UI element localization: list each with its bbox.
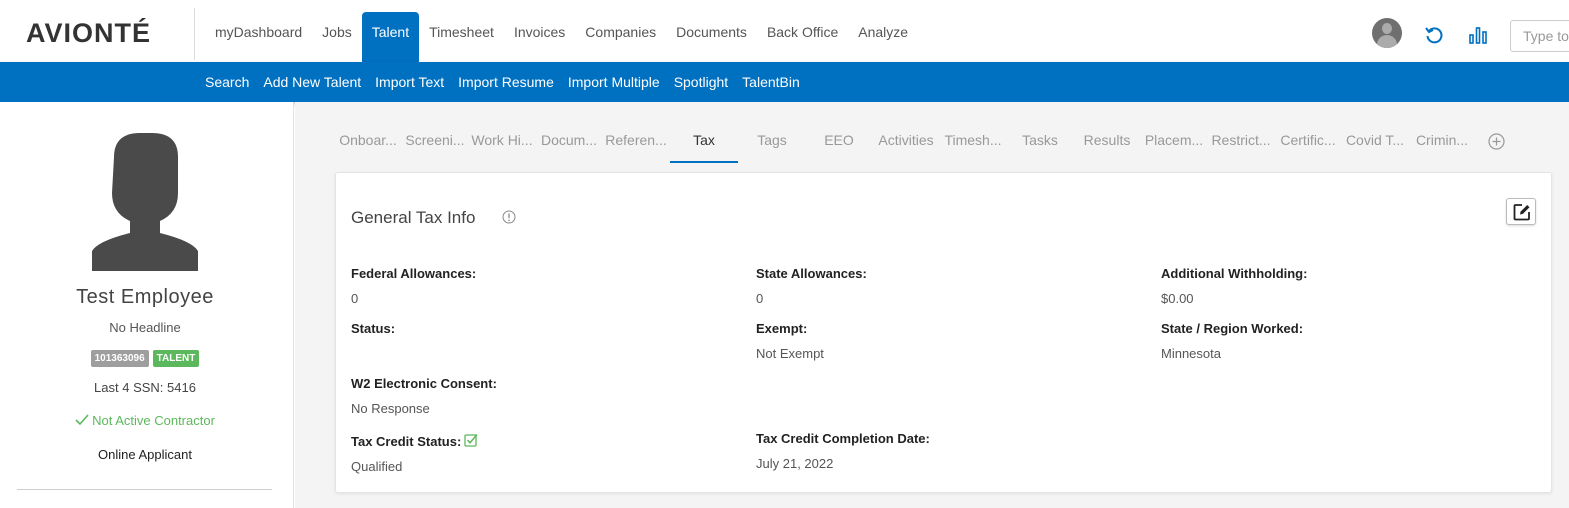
- ssn-last4: Last 4 SSN: 5416: [94, 380, 196, 395]
- nav-item-mydashboard[interactable]: myDashboard: [205, 12, 312, 62]
- employee-headline: No Headline: [109, 320, 181, 335]
- tab-certifications[interactable]: Certific...: [1275, 119, 1341, 163]
- avatar-body: [1377, 35, 1397, 48]
- additional-withholding-label: Additional Withholding:: [1161, 266, 1308, 281]
- federal-allowances-label: Federal Allowances:: [351, 266, 477, 281]
- info-icon[interactable]: [502, 210, 516, 224]
- federal-allowances-value: 0: [351, 291, 359, 306]
- employee-id-badge: 101363096: [90, 350, 149, 367]
- main-nav: myDashboard Jobs Talent Timesheet Invoic…: [205, 12, 918, 62]
- subnav-import-resume[interactable]: Import Resume: [458, 62, 554, 102]
- status-label: Status:: [351, 321, 396, 336]
- contractor-status-text: Not Active Contractor: [92, 413, 215, 428]
- talent-type-badge: TALENT: [152, 350, 200, 367]
- refresh-icon[interactable]: [1424, 25, 1444, 45]
- tax-credit-completion-value: July 21, 2022: [756, 456, 834, 471]
- nav-item-talent[interactable]: Talent: [361, 12, 420, 62]
- top-bar: AVIONTÉ myDashboard Jobs Talent Timeshee…: [0, 0, 1569, 62]
- state-allowances-label: State Allowances:: [756, 266, 867, 281]
- card-title: General Tax Info: [351, 208, 476, 227]
- nav-item-documents[interactable]: Documents: [666, 12, 757, 62]
- tax-credit-status-label: Tax Credit Status:: [351, 434, 462, 449]
- contractor-status: Not Active Contractor: [0, 413, 290, 428]
- user-avatar-icon[interactable]: [1372, 18, 1402, 48]
- subnav-add-new-talent[interactable]: Add New Talent: [263, 62, 361, 102]
- tab-activities[interactable]: Activities: [873, 119, 939, 163]
- app-logo[interactable]: AVIONTÉ: [26, 18, 151, 49]
- tab-timesheets[interactable]: Timesh...: [940, 119, 1006, 163]
- state-region-value: Minnesota: [1161, 346, 1221, 361]
- subnav-talentbin[interactable]: TalentBin: [742, 62, 800, 102]
- tab-restrictions[interactable]: Restrict...: [1208, 119, 1274, 163]
- tab-work-history[interactable]: Work Hi...: [469, 119, 535, 163]
- panel-divider: [17, 489, 272, 490]
- applicant-source: Online Applicant: [98, 447, 192, 462]
- tab-onboarding[interactable]: Onboar...: [335, 119, 401, 163]
- w2-consent-label: W2 Electronic Consent:: [351, 376, 497, 391]
- check-icon: [75, 414, 89, 426]
- nav-item-companies[interactable]: Companies: [575, 12, 666, 62]
- checkbox-checked-icon: [464, 434, 478, 447]
- tab-tasks[interactable]: Tasks: [1007, 119, 1073, 163]
- state-region-label: State / Region Worked:: [1161, 321, 1304, 336]
- add-tab-icon[interactable]: [1488, 133, 1505, 150]
- nav-item-back-office[interactable]: Back Office: [757, 12, 848, 62]
- edit-button[interactable]: [1506, 198, 1536, 225]
- tab-screening[interactable]: Screeni...: [402, 119, 468, 163]
- nav-item-invoices[interactable]: Invoices: [504, 12, 575, 62]
- nav-item-jobs[interactable]: Jobs: [312, 12, 362, 62]
- tab-tags[interactable]: Tags: [739, 119, 805, 163]
- subnav-search[interactable]: Search: [205, 62, 249, 102]
- exempt-label: Exempt:: [756, 321, 808, 336]
- badges-row: 101363096 TALENT: [0, 350, 290, 367]
- additional-withholding-value: $0.00: [1161, 291, 1194, 306]
- profile-panel: Test Employee No Headline 101363096 TALE…: [0, 102, 294, 508]
- sub-nav: Search Add New Talent Import Text Import…: [0, 62, 1569, 102]
- state-allowances-value: 0: [756, 291, 764, 306]
- tab-covid-tracking[interactable]: Covid T...: [1342, 119, 1408, 163]
- tab-criminal[interactable]: Crimin...: [1409, 119, 1475, 163]
- subnav-import-text[interactable]: Import Text: [375, 62, 444, 102]
- tax-credit-completion-label: Tax Credit Completion Date:: [756, 431, 930, 446]
- tax-credit-status-label-row: Tax Credit Status:: [351, 433, 478, 449]
- nav-item-timesheet[interactable]: Timesheet: [419, 12, 504, 62]
- w2-consent-value: No Response: [351, 401, 430, 416]
- analytics-chart-icon[interactable]: [1468, 25, 1488, 45]
- tab-eeo[interactable]: EEO: [806, 119, 872, 163]
- exempt-value: Not Exempt: [756, 346, 824, 361]
- tab-tax[interactable]: Tax: [670, 119, 738, 163]
- tab-placements[interactable]: Placem...: [1141, 119, 1207, 163]
- tax-credit-status-value: Qualified: [351, 459, 403, 474]
- tab-documents[interactable]: Docum...: [536, 119, 602, 163]
- global-search-input[interactable]: [1510, 20, 1569, 52]
- profile-photo-placeholder-icon[interactable]: [92, 133, 198, 271]
- subnav-spotlight[interactable]: Spotlight: [674, 62, 728, 102]
- employee-name: Test Employee: [76, 286, 214, 308]
- nav-item-analyze[interactable]: Analyze: [848, 12, 918, 62]
- edit-icon: [1513, 204, 1530, 221]
- avatar-head: [1382, 23, 1392, 34]
- logo-divider: [194, 8, 195, 60]
- general-tax-info-card: General Tax Info Federal Allowances: 0 S…: [335, 172, 1552, 493]
- tab-references[interactable]: Referen...: [603, 119, 669, 163]
- tab-results[interactable]: Results: [1074, 119, 1140, 163]
- subnav-import-multiple[interactable]: Import Multiple: [568, 62, 660, 102]
